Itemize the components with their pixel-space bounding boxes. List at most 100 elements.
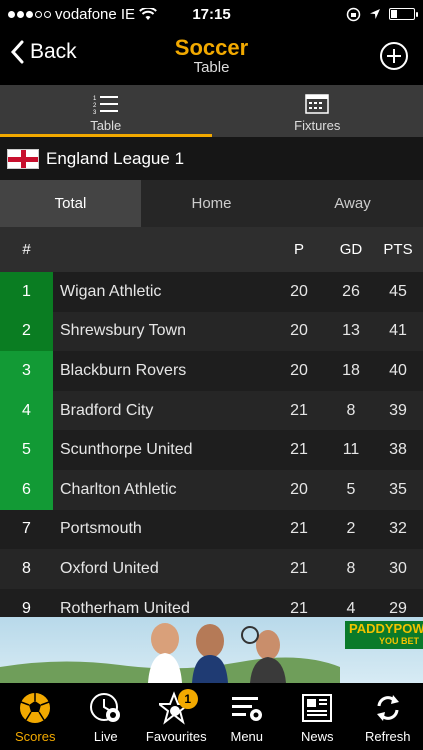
tab-scores-label: Scores [15,729,56,744]
ad-tagline: YOU BET [378,636,419,646]
nav-bar: Back Soccer Table [0,28,423,85]
row-points: 45 [389,282,407,300]
row-team: Blackburn Rovers [60,361,187,379]
row-team: Shrewsbury Town [60,322,186,340]
table-row[interactable]: 9 Rotherham United 21 4 29 [0,588,423,617]
row-position: 9 [22,599,31,617]
row-goal-difference: 18 [342,361,360,379]
row-played: 20 [290,282,308,300]
table-header: # P GD PTS [0,227,423,272]
table-row[interactable]: 8 Oxford United 21 8 30 [0,549,423,589]
back-button[interactable]: Back [10,40,77,64]
ad-brand: PADDYPOWER YOU BET [345,621,423,649]
row-goal-difference: 11 [342,441,360,459]
row-goal-difference: 2 [346,520,356,538]
svg-text:1: 1 [93,96,97,102]
row-position: 3 [0,351,53,391]
tab-news-label: News [300,729,334,744]
tab-fixtures-label: Fixtures [294,118,341,133]
calendar-icon [305,94,329,114]
row-points: 41 [389,322,407,340]
tab-live[interactable]: Live [71,683,142,750]
tab-favourites[interactable]: 1 Favourites [141,683,212,750]
tab-favourites-label: Favourites [145,729,207,744]
row-team: Scunthorpe United [60,441,193,459]
row-goal-difference: 13 [342,322,360,340]
status-bar: vodafone IE 17:15 [0,0,423,28]
row-goal-difference: 26 [342,282,360,300]
favourites-badge: 1 [177,689,198,709]
table-row[interactable]: 2 Shrewsbury Town 20 13 41 [0,311,423,352]
header-position: # [22,241,31,258]
list-icon: 123 [93,96,118,114]
league-header[interactable]: England League 1 [0,137,423,180]
row-played: 20 [290,322,308,340]
row-goal-difference: 8 [346,559,356,577]
tab-menu[interactable]: Menu [212,683,283,750]
table-row[interactable]: 3 Blackburn Rovers 20 18 40 [0,351,423,391]
row-played: 21 [290,520,308,538]
row-points: 32 [389,520,407,538]
row-position: 5 [0,430,53,470]
menu-icon [231,697,262,721]
table-row[interactable]: 1 Wigan Athletic 20 26 45 [0,272,423,312]
bottom-tab-bar: Scores Live 1 Favourites Menu News Refre… [0,683,423,750]
row-points: 39 [389,401,407,419]
table-segments: Total Home Away [0,180,423,227]
tab-fixtures[interactable]: Fixtures [212,85,423,137]
row-team: Wigan Athletic [60,282,162,300]
row-team: Charlton Athletic [60,480,177,498]
row-team: Bradford City [60,401,154,419]
row-position: 1 [0,272,53,312]
add-button[interactable] [379,41,409,71]
row-goal-difference: 4 [346,599,356,617]
row-played: 20 [290,480,308,498]
row-played: 20 [290,361,308,379]
ad-brand-name: PADDYPOWER [349,621,423,636]
row-position: 6 [0,469,53,510]
tab-table[interactable]: 123 Table [0,85,212,137]
tab-scores[interactable]: Scores [0,683,71,750]
row-position: 4 [0,390,53,431]
row-points: 38 [389,441,407,459]
row-position: 8 [22,559,31,577]
segment-total[interactable]: Total [0,180,141,227]
table-row[interactable]: 6 Charlton Athletic 20 5 35 [0,469,423,510]
segment-home[interactable]: Home [141,180,282,227]
row-played: 21 [290,559,308,577]
row-team: Rotherham United [60,599,190,617]
view-tabs: 123 Table Fixtures [0,85,423,137]
status-right [346,7,418,22]
row-played: 21 [290,401,308,419]
ad-banner[interactable]: PADDYPOWER YOU BET [0,617,423,683]
back-label: Back [30,40,77,63]
league-name: England League 1 [46,148,185,168]
table-row[interactable]: 4 Bradford City 21 8 39 [0,390,423,431]
segment-away[interactable]: Away [282,180,423,227]
row-team: Oxford United [60,559,159,577]
refresh-icon [376,695,399,721]
row-points: 35 [389,480,407,498]
signal-icon [8,10,51,18]
row-position: 2 [0,311,53,352]
soccer-ball-icon [20,693,51,723]
status-left: vodafone IE [8,6,346,23]
chevron-left-icon [10,40,24,64]
tab-refresh[interactable]: Refresh [353,683,423,750]
row-played: 21 [290,599,308,617]
table-row[interactable]: 7 Portsmouth 21 2 32 [0,509,423,550]
row-points: 29 [389,599,407,617]
tab-menu-label: Menu [230,729,264,744]
row-position: 7 [22,520,31,538]
header-points: PTS [383,241,413,258]
table-row[interactable]: 5 Scunthorpe United 21 11 38 [0,430,423,470]
battery-icon [389,8,418,20]
tab-news[interactable]: News [282,683,353,750]
england-flag-icon [7,148,39,169]
row-goal-difference: 8 [346,401,356,419]
rotation-lock-icon [346,7,361,21]
wifi-icon [139,7,157,20]
standings-list: 1 Wigan Athletic 20 26 45 2 Shrewsbury T… [0,272,423,617]
newspaper-icon [302,694,333,722]
row-points: 30 [389,559,407,577]
